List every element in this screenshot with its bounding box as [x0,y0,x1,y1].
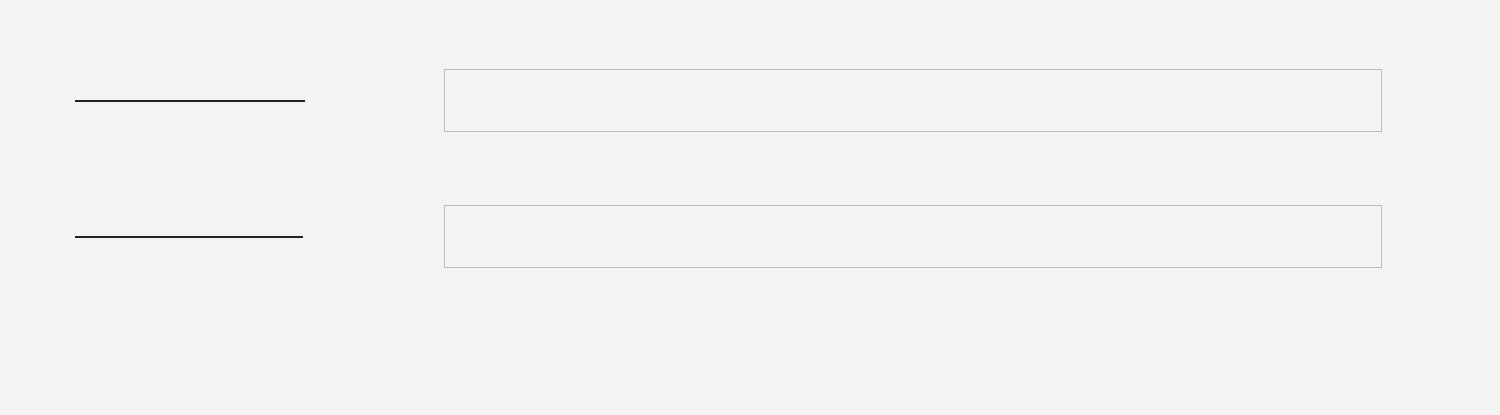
form-row [0,205,1500,269]
field-label-line [75,236,303,238]
field-label-line [75,100,305,102]
text-field-2[interactable] [444,205,1382,268]
form-row [0,69,1500,133]
form [0,0,1500,415]
text-field-1[interactable] [444,69,1382,132]
